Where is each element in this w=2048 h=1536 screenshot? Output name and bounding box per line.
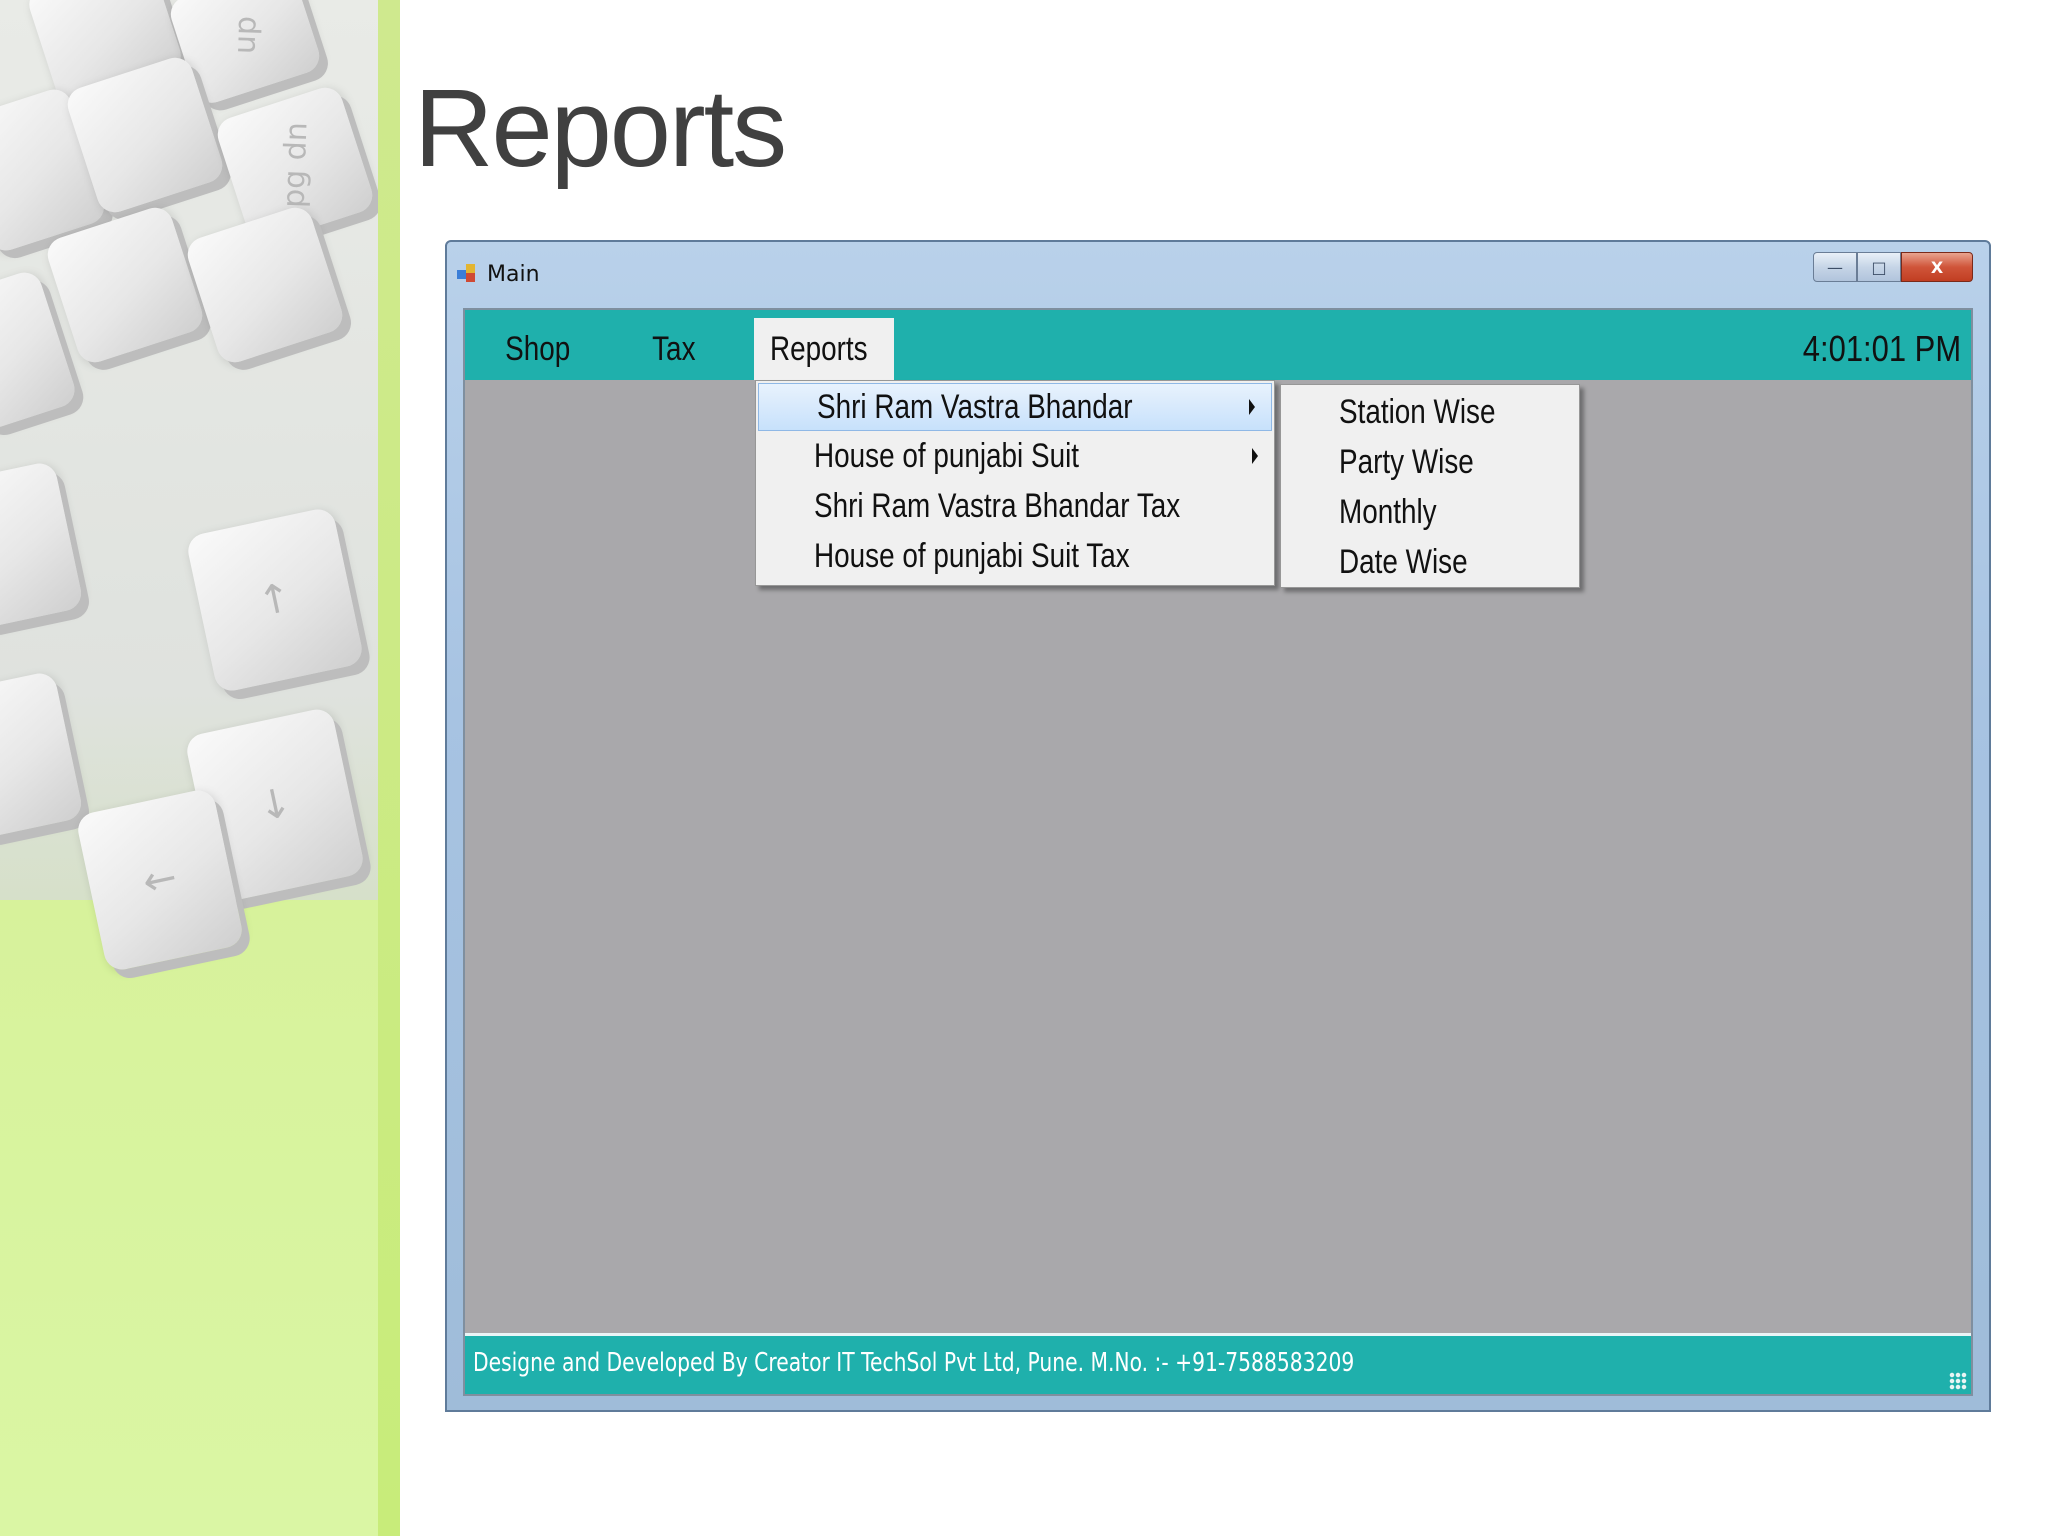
menu-item-house-of-punjabi-suit-tax[interactable]: House of punjabi Suit Tax [756, 531, 1274, 581]
statusbar: Designe and Developed By Creator IT Tech… [465, 1333, 1971, 1394]
close-icon: X [1930, 257, 1944, 277]
submenu-item-label: Party Wise [1339, 443, 1474, 481]
clock-display: 4:01:01 PM [1802, 328, 1961, 369]
menu-item-label: House of punjabi Suit Tax [814, 537, 1130, 575]
resize-grip-icon[interactable] [1949, 1372, 1967, 1390]
decorative-green-area [0, 900, 400, 1536]
submenu-item-station-wise[interactable]: Station Wise [1281, 387, 1579, 437]
submenu-item-label: Monthly [1339, 493, 1437, 531]
window-titlebar[interactable]: Main — □ X [457, 252, 1979, 296]
submenu-item-label: Date Wise [1339, 543, 1468, 581]
keyboard-key [0, 670, 85, 840]
status-credit-text: Designe and Developed By Creator IT Tech… [473, 1348, 1355, 1378]
submenu-item-date-wise[interactable]: Date Wise [1281, 537, 1579, 587]
menu-tax[interactable]: Tax [639, 318, 709, 380]
menu-item-house-of-punjabi-suit[interactable]: House of punjabi Suit [756, 431, 1274, 481]
maximize-button[interactable]: □ [1857, 252, 1901, 282]
menu-reports[interactable]: Reports [754, 318, 894, 380]
shri-ram-submenu: Station Wise Party Wise Monthly Date Wis… [1280, 384, 1580, 588]
menu-shop[interactable]: Shop [492, 318, 583, 380]
menubar: Shop Tax Reports 4:01:01 PM [465, 310, 1971, 380]
main-window: Main — □ X Shop Tax Reports 4:01:01 PM S… [445, 240, 1991, 1412]
maximize-icon: □ [1871, 257, 1887, 277]
slide-title: Reports [414, 67, 787, 190]
decorative-keyboard-image: up pg dn ↑ ↓ ← [0, 0, 400, 1536]
menu-reports-label: Reports [770, 330, 868, 368]
reports-dropdown: Shri Ram Vastra Bhandar House of punjabi… [755, 380, 1275, 586]
menu-item-label: Shri Ram Vastra Bhandar [817, 388, 1133, 426]
keyboard-key [0, 460, 85, 630]
app-window-icon [457, 264, 477, 284]
minimize-button[interactable]: — [1813, 252, 1857, 282]
menu-item-shri-ram-vastra-bhandar[interactable]: Shri Ram Vastra Bhandar [758, 383, 1272, 431]
window-controls: — □ X [1813, 252, 1973, 286]
mdi-workspace: Shop Tax Reports 4:01:01 PM Shri Ram Vas… [463, 308, 1973, 1396]
menu-item-label: Shri Ram Vastra Bhandar Tax [814, 487, 1181, 525]
minimize-icon: — [1827, 257, 1843, 277]
arrow-up-icon: ↑ [253, 574, 297, 626]
keyboard-key: ↑ [185, 506, 365, 694]
submenu-item-party-wise[interactable]: Party Wise [1281, 437, 1579, 487]
chevron-right-icon [1249, 399, 1255, 415]
submenu-item-label: Station Wise [1339, 393, 1496, 431]
window-title: Main [487, 261, 540, 287]
close-button[interactable]: X [1901, 252, 1973, 282]
submenu-item-monthly[interactable]: Monthly [1281, 487, 1579, 537]
menu-item-label: House of punjabi Suit [814, 437, 1080, 475]
decorative-green-band [378, 0, 400, 1536]
chevron-right-icon [1252, 448, 1258, 464]
menu-item-shri-ram-vastra-bhandar-tax[interactable]: Shri Ram Vastra Bhandar Tax [756, 481, 1274, 531]
